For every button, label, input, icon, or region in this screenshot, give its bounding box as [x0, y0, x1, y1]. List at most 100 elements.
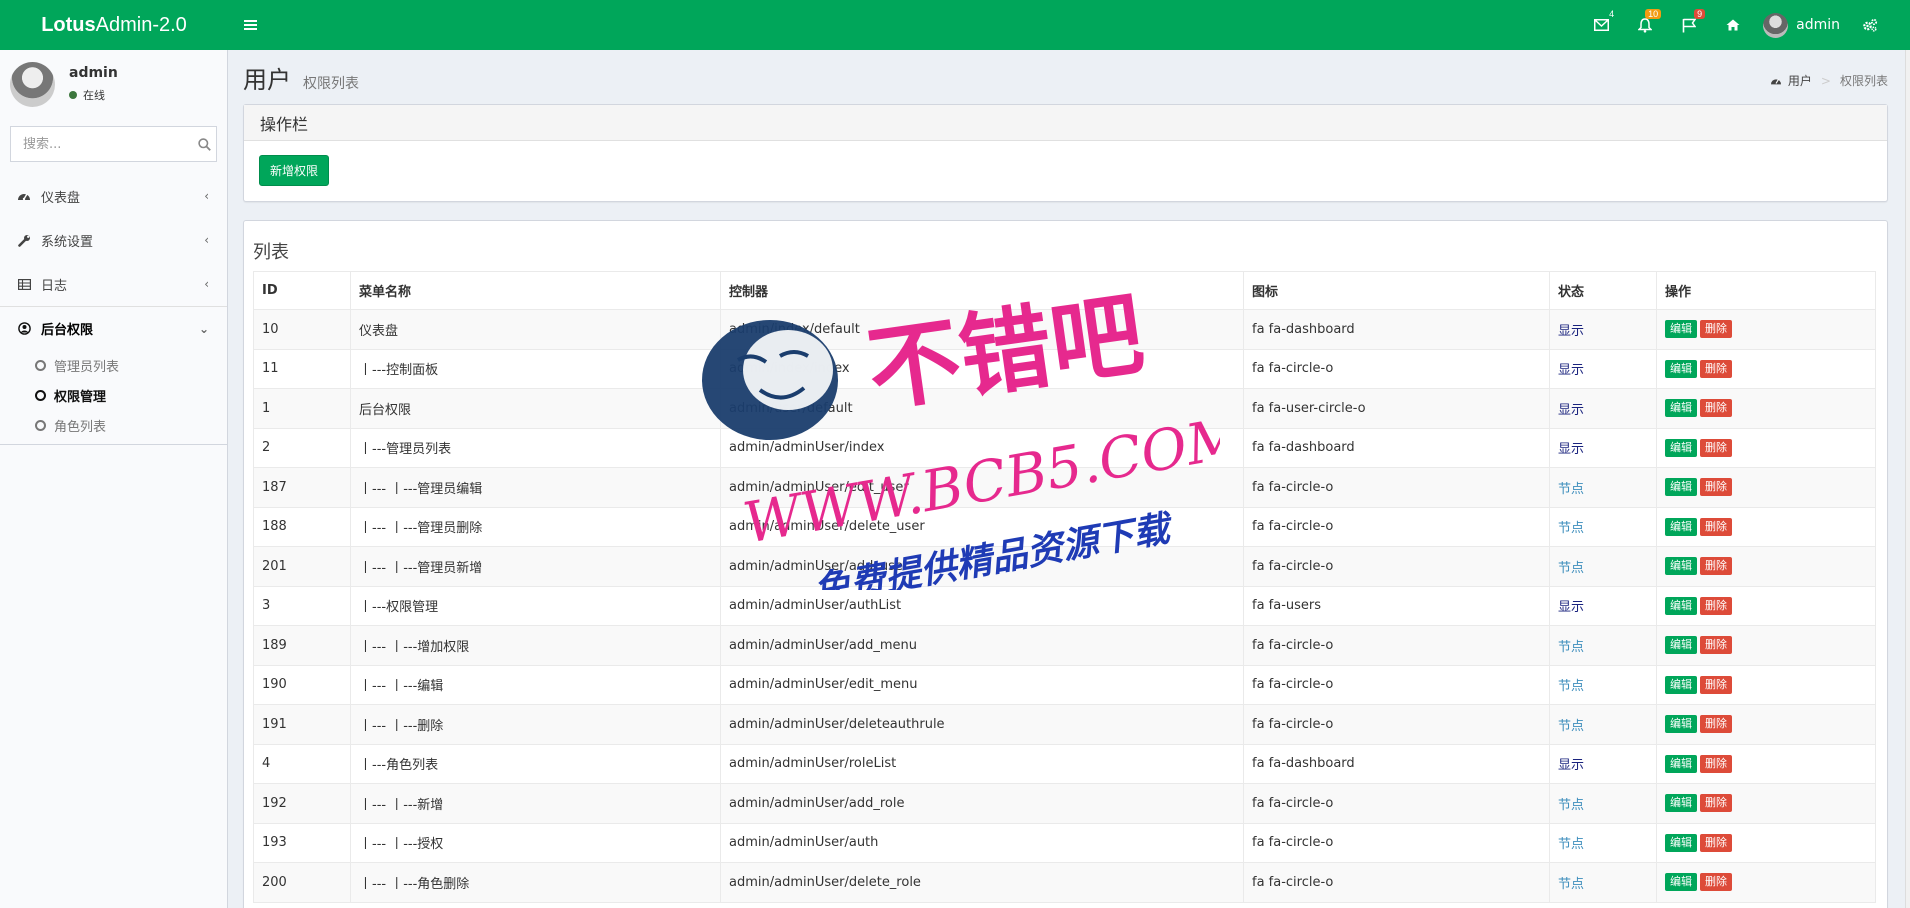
cell-actions: 编辑 删除 [1656, 664, 1876, 705]
cell-status: 显示 [1549, 585, 1657, 626]
messages-button[interactable]: 4 [1579, 0, 1623, 50]
submenu-item-label: 管理员列表 [54, 359, 120, 375]
sidebar-search-button[interactable] [193, 127, 216, 161]
user-status[interactable]: 在线 [69, 87, 118, 103]
search-icon [198, 137, 211, 151]
table-row: 189 丨--- 丨---增加权限 admin/adminUser/add_menu… [253, 625, 1876, 666]
edit-button[interactable]: 编辑 [1665, 596, 1697, 615]
add-permission-button[interactable]: 新增权限 [259, 155, 330, 186]
cell-status: 节点 [1549, 467, 1657, 508]
app-logo[interactable]: Lotus Admin-2.0 [0, 0, 228, 50]
breadcrumb-separator: > [1820, 73, 1831, 88]
cell-id: 193 [253, 822, 351, 863]
submenu-item-permission-manage[interactable]: 权限管理 [0, 380, 227, 410]
delete-button[interactable]: 删除 [1700, 794, 1732, 813]
edit-button[interactable]: 编辑 [1665, 320, 1697, 339]
edit-button[interactable]: 编辑 [1665, 557, 1697, 576]
status-label: 节点 [1558, 837, 1585, 853]
control-sidebar-button[interactable] [1848, 0, 1892, 50]
delete-button[interactable]: 删除 [1700, 675, 1732, 694]
delete-button[interactable]: 删除 [1700, 873, 1732, 892]
status-label: 节点 [1558, 481, 1585, 497]
tasks-button[interactable]: 9 [1667, 0, 1711, 50]
cell-icon-class: fa fa-circle-o [1243, 467, 1550, 508]
cell-menu-name: 丨--- 丨---删除 [350, 704, 721, 745]
breadcrumb-home[interactable]: 用户 [1788, 72, 1812, 89]
cell-id: 11 [253, 348, 351, 389]
cell-status: 节点 [1549, 546, 1657, 587]
status-label: 显示 [1558, 363, 1585, 379]
cell-menu-name: 丨---角色列表 [350, 743, 721, 784]
table-row: 191 丨--- 丨---删除 admin/adminUser/deleteauth… [253, 704, 1876, 745]
table-row: 200 丨--- 丨---角色删除 admin/adminUser/delete_r… [253, 862, 1876, 903]
cell-controller: admin/adminUser/delete_role [720, 862, 1244, 903]
cell-actions: 编辑 删除 [1656, 783, 1876, 824]
circle-o-icon [35, 389, 46, 401]
cell-icon-class: fa fa-circle-o [1243, 506, 1550, 547]
edit-button[interactable]: 编辑 [1665, 715, 1697, 734]
table-row: 187 丨--- 丨---管理员编辑 admin/adminUser/edit_us… [253, 467, 1876, 508]
delete-button[interactable]: 删除 [1700, 557, 1732, 576]
cell-menu-name: 丨--- 丨---管理员删除 [350, 506, 721, 547]
edit-button[interactable]: 编辑 [1665, 794, 1697, 813]
delete-button[interactable]: 删除 [1700, 320, 1732, 339]
home-button[interactable] [1711, 0, 1755, 50]
edit-button[interactable]: 编辑 [1665, 833, 1697, 852]
user-menu-button[interactable]: admin [1755, 0, 1848, 50]
cell-id: 190 [253, 664, 351, 705]
delete-button[interactable]: 删除 [1700, 715, 1732, 734]
edit-button[interactable]: 编辑 [1665, 399, 1697, 418]
list-title: 列表 [253, 242, 289, 263]
submenu-item-admin-list[interactable]: 管理员列表 [0, 350, 227, 380]
table-row: 193 丨--- 丨---授权 admin/adminUser/auth fa fa-… [253, 822, 1876, 863]
submenu-item-label: 权限管理 [54, 389, 107, 405]
delete-button[interactable]: 删除 [1700, 438, 1732, 457]
status-label: 显示 [1558, 758, 1585, 774]
sidebar-toggle-button[interactable] [228, 0, 272, 50]
edit-button[interactable]: 编辑 [1665, 636, 1697, 655]
delete-button[interactable]: 删除 [1700, 754, 1732, 773]
page-subtitle: 权限列表 [303, 76, 359, 92]
cell-id: 10 [253, 309, 351, 350]
status-label: 节点 [1558, 797, 1585, 813]
status-label: 显示 [1558, 402, 1585, 418]
cell-status: 节点 [1549, 625, 1657, 666]
delete-button[interactable]: 删除 [1700, 596, 1732, 615]
cell-status: 节点 [1549, 506, 1657, 547]
cell-menu-name: 丨--- 丨---新增 [350, 783, 721, 824]
sidebar-item-label: 系统设置 [41, 234, 94, 250]
breadcrumb: 用户 > 权限列表 [1770, 72, 1888, 89]
delete-button[interactable]: 删除 [1700, 399, 1732, 418]
sidebar-item-logs[interactable]: 日志 ‹ [0, 262, 227, 306]
page-scrollbar[interactable] [1905, 50, 1910, 908]
cell-menu-name: 后台权限 [350, 388, 721, 429]
page-title: 用户 [243, 66, 291, 94]
submenu-item-role-list[interactable]: 角色列表 [0, 410, 227, 440]
delete-button[interactable]: 删除 [1700, 517, 1732, 536]
delete-button[interactable]: 删除 [1700, 636, 1732, 655]
edit-button[interactable]: 编辑 [1665, 478, 1697, 497]
delete-button[interactable]: 删除 [1700, 833, 1732, 852]
sidebar-search-input[interactable] [11, 127, 193, 161]
sidebar-item-settings[interactable]: 系统设置 ‹ [0, 218, 227, 262]
delete-button[interactable]: 删除 [1700, 478, 1732, 497]
delete-button[interactable]: 删除 [1700, 359, 1732, 378]
cell-status: 显示 [1549, 388, 1657, 429]
status-label: 节点 [1558, 876, 1585, 892]
sidebar-user-name: admin [69, 65, 118, 81]
edit-button[interactable]: 编辑 [1665, 359, 1697, 378]
sidebar-item-label: 仪表盘 [41, 190, 81, 206]
edit-button[interactable]: 编辑 [1665, 873, 1697, 892]
edit-button[interactable]: 编辑 [1665, 517, 1697, 536]
cell-menu-name: 丨---权限管理 [350, 585, 721, 626]
cell-controller: admin/adminUser/deleteauthrule [720, 704, 1244, 745]
cell-menu-name: 丨---管理员列表 [350, 427, 721, 468]
notifications-button[interactable]: 10 [1623, 0, 1667, 50]
sidebar-item-dashboard[interactable]: 仪表盘 ‹ [0, 174, 227, 218]
edit-button[interactable]: 编辑 [1665, 675, 1697, 694]
edit-button[interactable]: 编辑 [1665, 754, 1697, 773]
sidebar-item-permissions[interactable]: 后台权限 ⌄ [0, 306, 227, 350]
user-panel: admin 在线 [0, 50, 227, 118]
status-label: 节点 [1558, 718, 1585, 734]
edit-button[interactable]: 编辑 [1665, 438, 1697, 457]
